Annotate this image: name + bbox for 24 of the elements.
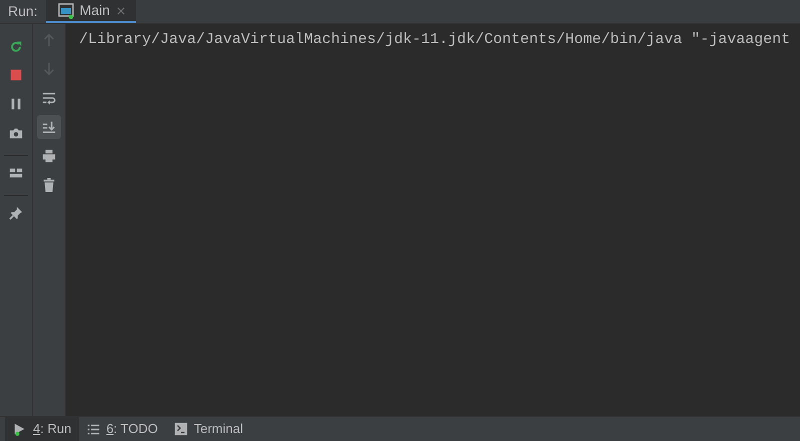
run-tab[interactable]: Main [46, 0, 136, 23]
panel-label: Run: [7, 2, 39, 21]
pause-icon [9, 97, 23, 111]
tool-window-tab[interactable]: 4: Run [5, 417, 80, 441]
layout-icon [9, 166, 23, 180]
tool-window-tab[interactable]: 6: TODO [79, 417, 166, 441]
up-arrow-icon [42, 33, 56, 47]
camera-icon [9, 126, 23, 140]
scroll-to-end-button[interactable] [37, 115, 61, 139]
close-icon [116, 6, 126, 16]
play-icon [13, 422, 27, 436]
pin-icon [9, 206, 23, 220]
console-line: /Library/Java/JavaVirtualMachines/jdk-11.jdk/Contents/Home/bin/java "-javaagent [79, 30, 792, 50]
down-arrow-icon [42, 62, 56, 76]
list-icon [87, 422, 100, 436]
stop-icon [9, 68, 23, 82]
terminal-icon [174, 422, 188, 436]
rerun-icon [9, 39, 23, 53]
soft-wrap-icon [42, 91, 56, 105]
printer-icon [42, 149, 56, 163]
trash-icon [42, 178, 56, 192]
tool-window-tab[interactable]: Terminal [166, 417, 251, 441]
scroll-to-end-icon [42, 120, 56, 134]
window-icon [58, 2, 74, 18]
